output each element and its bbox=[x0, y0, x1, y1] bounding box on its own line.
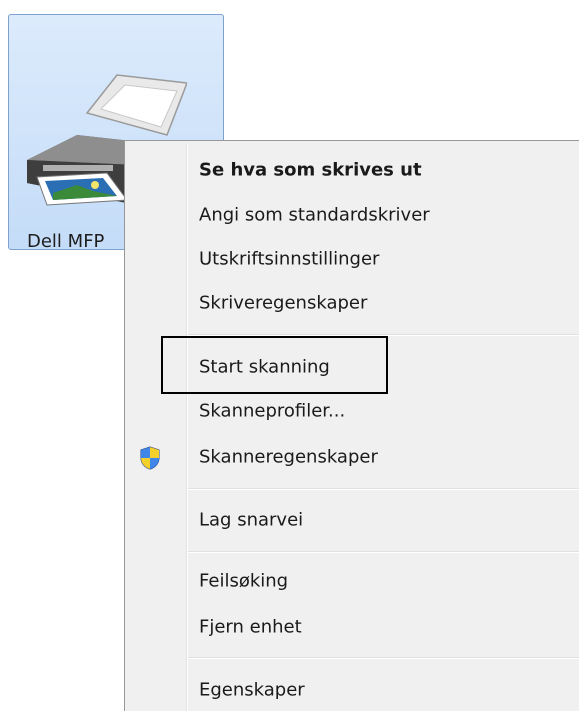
menu-item-label: Se hva som skrives ut bbox=[199, 159, 422, 181]
menu-separator bbox=[188, 551, 579, 553]
menu-item-properties[interactable]: Egenskaper bbox=[127, 669, 579, 711]
menu-item-label: Egenskaper bbox=[199, 679, 305, 701]
menu-item-label: Skanneregenskaper bbox=[199, 446, 378, 468]
menu-item-printer-properties[interactable]: Skriveregenskaper bbox=[127, 282, 579, 324]
menu-item-troubleshoot[interactable]: Feilsøking bbox=[127, 560, 579, 602]
menu-item-label: Skriveregenskaper bbox=[199, 292, 368, 314]
context-menu: Se hva som skrives ut Angi som standards… bbox=[124, 140, 579, 711]
uac-shield-icon bbox=[140, 446, 160, 470]
menu-item-create-shortcut[interactable]: Lag snarvei bbox=[127, 499, 579, 541]
menu-item-label: Skanneprofiler... bbox=[199, 400, 346, 422]
desktop: Dell MFP Se hva som skrives ut Angi som … bbox=[0, 0, 579, 711]
menu-separator bbox=[188, 488, 579, 490]
menu-item-scanner-properties[interactable]: Skanneregenskaper bbox=[127, 436, 579, 478]
menu-item-label: Lag snarvei bbox=[199, 509, 304, 531]
menu-item-scan-profiles[interactable]: Skanneprofiler... bbox=[127, 390, 579, 432]
printer-label: Dell MFP bbox=[27, 231, 105, 252]
menu-item-printing-preferences[interactable]: Utskriftsinnstillinger bbox=[127, 238, 579, 280]
menu-item-label: Utskriftsinnstillinger bbox=[199, 248, 380, 270]
menu-item-remove-device[interactable]: Fjern enhet bbox=[127, 606, 579, 648]
menu-item-label: Feilsøking bbox=[199, 570, 289, 592]
menu-item-see-whats-printing[interactable]: Se hva som skrives ut bbox=[127, 149, 579, 191]
menu-item-set-default-printer[interactable]: Angi som standardskriver bbox=[127, 194, 579, 236]
menu-separator bbox=[188, 657, 579, 659]
callout-highlight-frame bbox=[161, 336, 388, 394]
menu-item-label: Angi som standardskriver bbox=[199, 204, 430, 226]
menu-item-label: Fjern enhet bbox=[199, 616, 302, 638]
